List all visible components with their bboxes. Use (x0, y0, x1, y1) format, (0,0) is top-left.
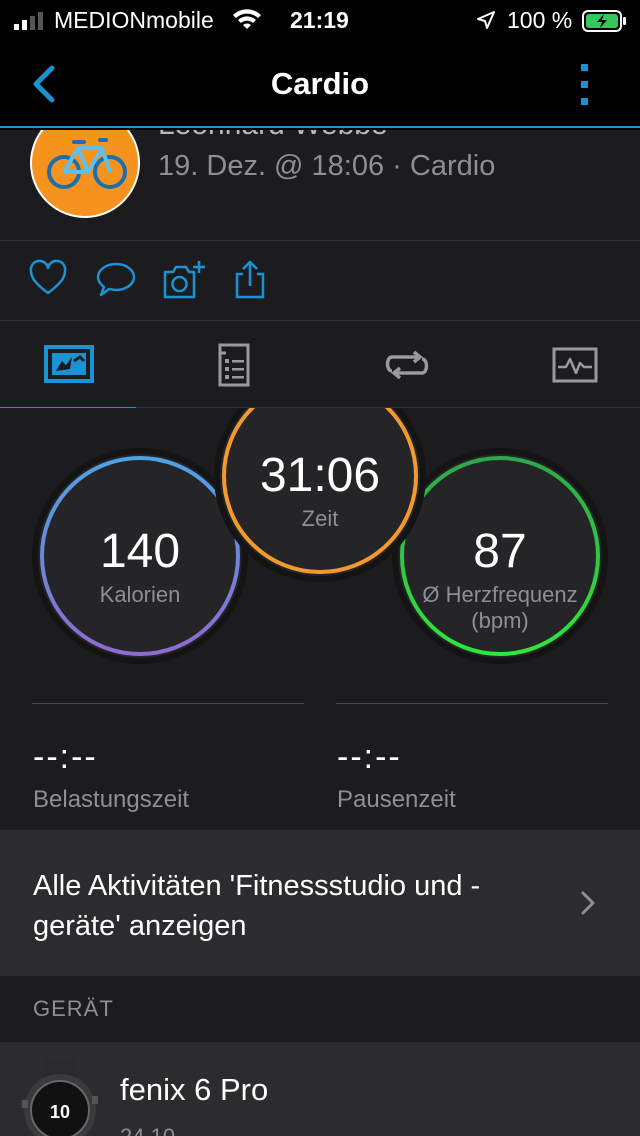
device-section-title: GERÄT (33, 996, 114, 1021)
add-photo-icon[interactable] (162, 259, 206, 301)
user-name[interactable]: Leonhard Webbe (158, 130, 388, 142)
overview-tab-icon (44, 345, 94, 383)
stats-panel: 140 Kalorien 87 Ø Herzfrequenz (bpm) 31:… (0, 408, 640, 830)
heart-rate-value: 87 (473, 525, 527, 578)
pause-time-value: --:-- (337, 738, 402, 776)
heart-rate-unit: (bpm) (471, 608, 529, 633)
tab-laps[interactable] (338, 321, 498, 409)
tab-graphs[interactable] (508, 321, 640, 409)
device-subtitle: 24.10 (120, 1124, 175, 1136)
time-value: 31:06 (259, 449, 381, 502)
all-activities-link[interactable]: Alle Aktivitäten 'Fitnessstudio und -ger… (0, 830, 640, 976)
clock-time: 21:19 (290, 7, 349, 33)
load-time-value: --:-- (33, 738, 98, 776)
action-row (0, 240, 640, 320)
carrier-name: MEDIONmobile (54, 7, 214, 33)
battery-icon (582, 10, 626, 32)
time-label: Zeit (301, 506, 339, 531)
more-icon[interactable] (570, 62, 600, 108)
activity-meta: 19. Dez. @ 18:06 · Cardio (158, 150, 496, 182)
activity-avatar (30, 130, 140, 218)
divider-right (336, 703, 608, 704)
status-bar: MEDIONmobile 21:19 100 % (0, 0, 640, 40)
location-icon (477, 11, 495, 29)
calories-label: Kalorien (99, 582, 181, 607)
tab-details[interactable] (170, 321, 330, 409)
tab-bar (0, 320, 640, 410)
graphs-tab-icon (552, 347, 598, 383)
share-icon[interactable] (232, 259, 268, 301)
bicycle-icon (47, 138, 127, 189)
time-ring: 31:06 Zeit (220, 408, 420, 576)
all-activities-label: Alle Aktivitäten 'Fitnessstudio und -ger… (33, 870, 481, 942)
heart-rate-label: Ø Herzfrequenz (422, 582, 578, 607)
device-name: fenix 6 Pro (120, 1072, 269, 1107)
load-time-label: Belastungszeit (33, 786, 190, 813)
divider-left (32, 703, 304, 704)
details-tab-icon (218, 343, 250, 387)
watch-image: 10 (22, 1058, 98, 1136)
laps-tab-icon (385, 350, 429, 380)
heart-rate-ring: 87 Ø Herzfrequenz (bpm) (398, 454, 602, 658)
calories-value: 140 (99, 525, 181, 578)
tab-overview[interactable] (0, 321, 160, 410)
wifi-icon (233, 9, 261, 29)
device-section-header: GERÄT (0, 976, 640, 1042)
device-row[interactable]: 10 fenix 6 Pro 24.10 (0, 1042, 640, 1136)
battery-percent: 100 % (507, 7, 573, 33)
pause-time-label: Pausenzeit (337, 786, 456, 813)
page-title: Cardio (270, 66, 370, 101)
calories-ring: 140 Kalorien (38, 454, 242, 658)
signal-icon (14, 12, 43, 30)
comment-icon[interactable] (95, 259, 137, 299)
chevron-right-icon (581, 891, 595, 915)
watch-face-number: 10 (50, 1102, 70, 1122)
activity-header: Leonhard Webbe 19. Dez. @ 18:06 · Cardio (0, 130, 640, 240)
navigation-bar: Cardio (0, 40, 640, 128)
like-icon[interactable] (28, 259, 68, 299)
